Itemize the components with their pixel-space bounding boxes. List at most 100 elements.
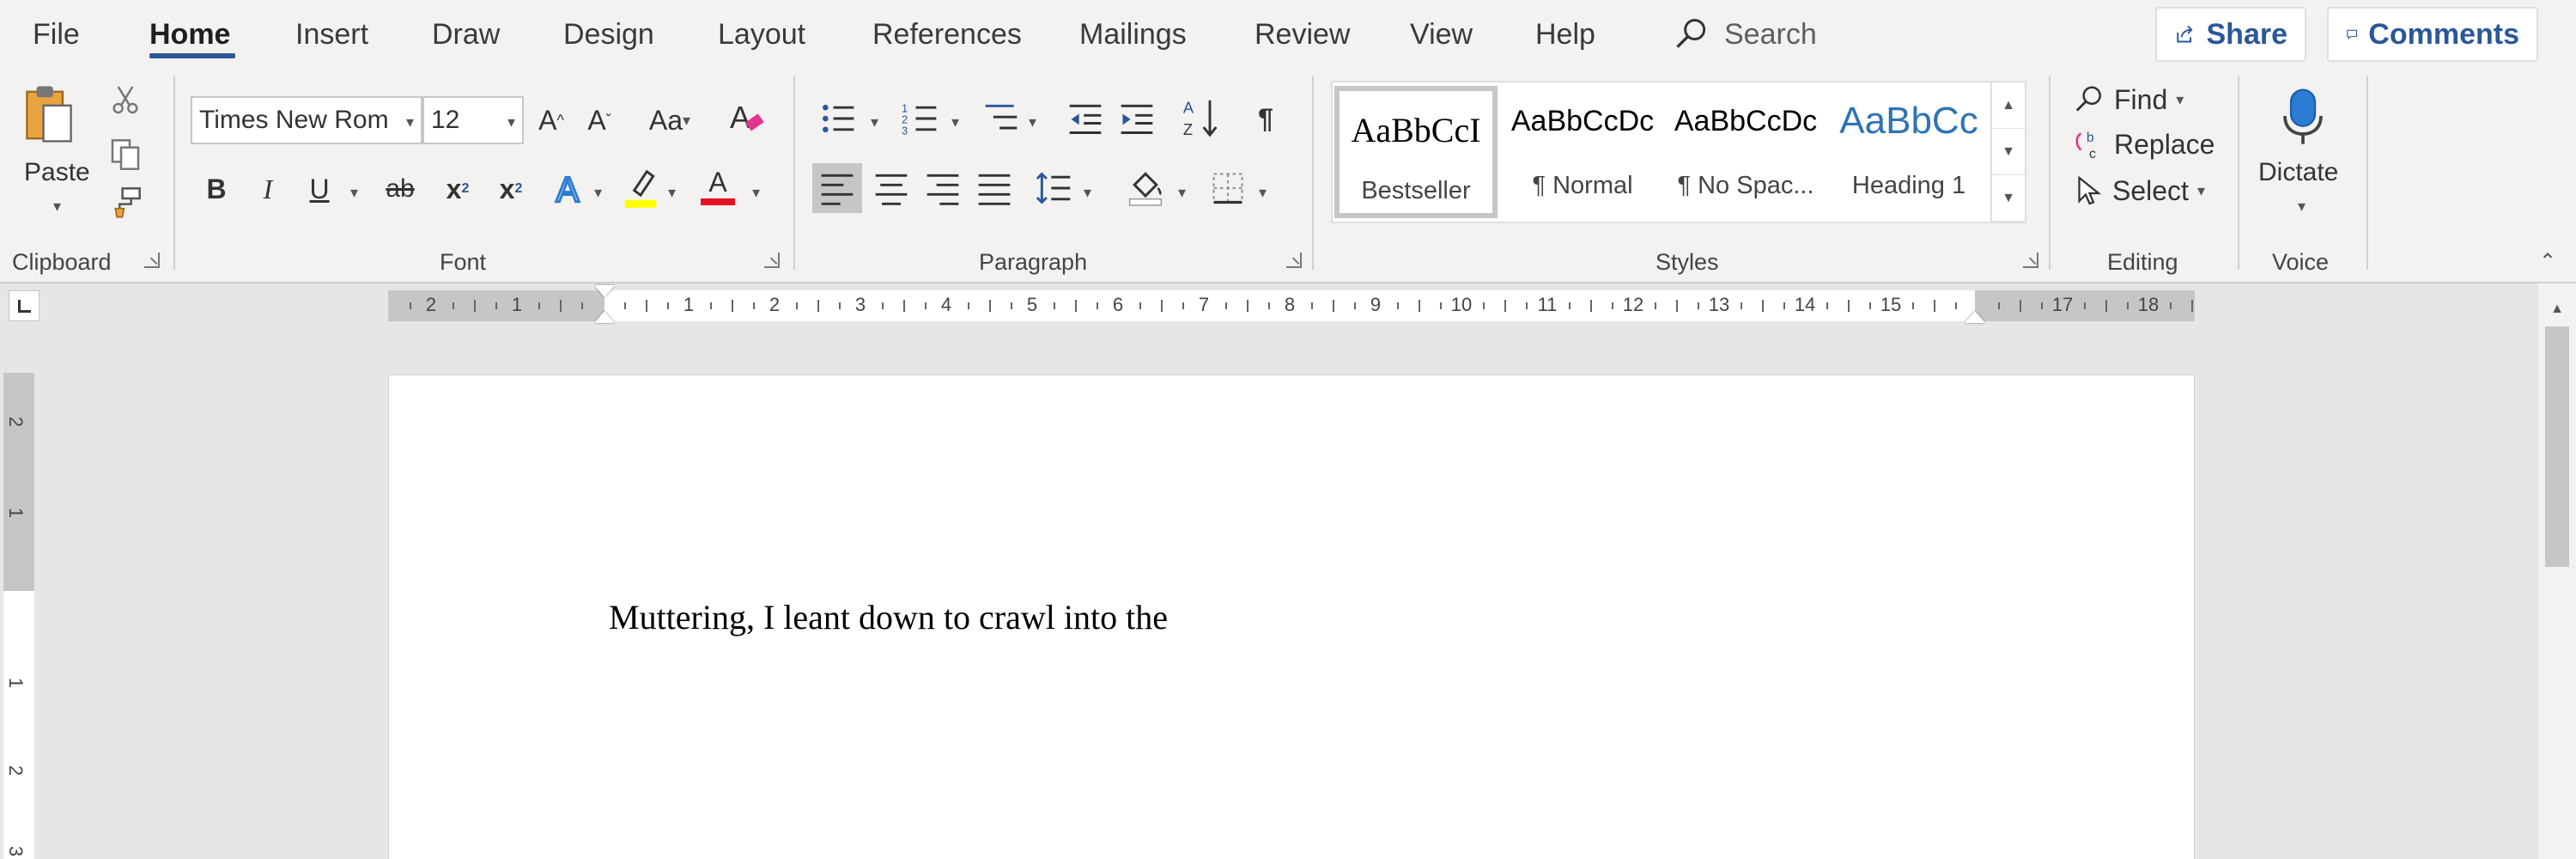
line-spacing-button[interactable]: [1030, 163, 1078, 213]
vertical-scrollbar[interactable]: ▲: [2538, 283, 2576, 859]
decrease-indent-button[interactable]: [1063, 94, 1108, 143]
paste-dropdown-icon[interactable]: ▾: [53, 198, 61, 216]
align-left-button[interactable]: [812, 163, 862, 213]
ruler-number: 5: [1026, 294, 1038, 315]
ruler-tick: [1934, 300, 1935, 312]
highlight-button[interactable]: [620, 161, 661, 213]
subscript-button[interactable]: x2: [436, 165, 479, 213]
font-launcher-icon[interactable]: [764, 253, 780, 268]
tab-design[interactable]: Design: [563, 17, 654, 52]
vertical-ruler[interactable]: 2 1 1 2 3: [3, 373, 34, 859]
ruler-tick: [839, 302, 841, 309]
font-color-dropdown-icon[interactable]: ▾: [752, 184, 760, 202]
borders-dropdown-icon[interactable]: ▾: [1259, 184, 1267, 202]
tab-draw[interactable]: Draw: [432, 17, 500, 52]
tab-mailings[interactable]: Mailings: [1079, 17, 1187, 52]
paragraph-launcher-icon[interactable]: [1286, 253, 1302, 268]
paste-label[interactable]: Paste: [24, 158, 90, 187]
bullets-dropdown-icon[interactable]: ▾: [871, 113, 878, 131]
clear-formatting-button[interactable]: A: [723, 91, 771, 144]
change-case-button[interactable]: Aa ▾: [635, 96, 704, 144]
tab-help[interactable]: Help: [1535, 17, 1595, 52]
font-name-combo[interactable]: Times New Rom ▾: [191, 96, 422, 144]
clipboard-launcher-icon[interactable]: [144, 253, 160, 268]
superscript-button[interactable]: x2: [489, 165, 532, 213]
text-effects-dropdown-icon[interactable]: ▾: [594, 184, 602, 202]
font-color-button[interactable]: A: [697, 161, 738, 213]
tell-me-search[interactable]: Search: [1673, 12, 1817, 57]
align-center-button[interactable]: [867, 163, 915, 213]
numbering-icon: 1 2 3: [902, 102, 937, 137]
borders-button[interactable]: [1204, 163, 1252, 213]
shading-button[interactable]: [1121, 160, 1170, 213]
comments-button[interactable]: Comments: [2327, 7, 2538, 62]
style-name: Heading 1: [1851, 172, 1966, 199]
dictate-label[interactable]: Dictate: [2258, 158, 2338, 187]
font-size-combo[interactable]: 12 ▾: [422, 96, 524, 144]
underline-dropdown-icon[interactable]: ▾: [350, 184, 358, 202]
select-button[interactable]: Select ▾: [2073, 170, 2219, 211]
numbering-dropdown-icon[interactable]: ▾: [951, 113, 959, 131]
multilevel-list-button[interactable]: [977, 94, 1025, 143]
tab-view[interactable]: View: [1410, 17, 1473, 52]
svg-text:3: 3: [902, 124, 908, 137]
text-effects-button[interactable]: A: [550, 165, 591, 213]
tab-review[interactable]: Review: [1255, 17, 1350, 52]
shading-dropdown-icon[interactable]: ▾: [1178, 184, 1186, 202]
justify-button[interactable]: [970, 163, 1018, 213]
ruler-number: 2: [769, 294, 781, 315]
grow-font-icon: A: [538, 104, 557, 136]
cut-icon[interactable]: [106, 81, 144, 119]
editing-group-label: Editing: [2107, 249, 2178, 275]
hanging-indent-marker[interactable]: [594, 311, 615, 323]
increase-indent-button[interactable]: [1115, 94, 1159, 143]
show-formatting-marks-button[interactable]: ¶: [1247, 94, 1285, 143]
ruler-number: 12: [1622, 294, 1644, 315]
tab-references[interactable]: References: [872, 17, 1022, 52]
align-right-button[interactable]: [919, 163, 967, 213]
tab-file[interactable]: File: [33, 17, 80, 52]
format-painter-icon[interactable]: [106, 184, 144, 222]
style-heading-1[interactable]: AaBbCc Heading 1: [1827, 86, 1990, 218]
find-button[interactable]: Find ▾: [2073, 79, 2202, 120]
underline-button[interactable]: U: [301, 165, 338, 213]
dictate-dropdown-icon[interactable]: ▾: [2298, 198, 2306, 216]
highlight-dropdown-icon[interactable]: ▾: [668, 184, 676, 202]
ruler-number: 17: [2051, 294, 2074, 315]
line-spacing-dropdown-icon[interactable]: ▾: [1084, 184, 1091, 202]
tab-insert[interactable]: Insert: [295, 17, 368, 52]
replace-button[interactable]: b c Replace: [2073, 124, 2219, 165]
chevron-up-icon[interactable]: ▲: [1992, 82, 2025, 129]
scrollbar-thumb[interactable]: [2545, 326, 2569, 567]
microphone-icon[interactable]: [2267, 79, 2339, 153]
tab-selector-icon[interactable]: [9, 290, 39, 321]
scroll-up-icon[interactable]: ▲: [2538, 292, 2576, 326]
horizontal-ruler[interactable]: 2 1 1 2 3 4 5 6 7 8 9 10 11 12 13 14 15 …: [388, 285, 2195, 323]
shrink-font-button[interactable]: Aˇ: [580, 96, 618, 144]
italic-button[interactable]: I: [249, 165, 287, 213]
multilevel-dropdown-icon[interactable]: ▾: [1029, 113, 1036, 131]
grow-font-button[interactable]: A ^: [532, 96, 570, 144]
tab-layout[interactable]: Layout: [718, 17, 805, 52]
collapse-ribbon-icon[interactable]: ⌃: [2533, 249, 2562, 278]
style-bestseller[interactable]: AaBbCcI Bestseller: [1334, 86, 1498, 218]
chevron-down-icon: ▾: [507, 113, 515, 131]
expand-gallery-icon[interactable]: ▼: [1992, 175, 2025, 222]
sort-button[interactable]: A Z: [1178, 91, 1223, 144]
chevron-down-icon[interactable]: ▼: [1992, 129, 2025, 175]
style-normal[interactable]: AaBbCcDc ¶ Normal: [1501, 86, 1664, 218]
style-no-spacing[interactable]: AaBbCcDc ¶ No Spac...: [1664, 86, 1827, 218]
bullets-button[interactable]: [814, 94, 862, 143]
paste-icon[interactable]: [19, 81, 79, 149]
share-button[interactable]: Share: [2155, 7, 2306, 62]
document-body-text[interactable]: Muttering, I leant down to crawl into th…: [609, 597, 1168, 637]
copy-icon[interactable]: [106, 136, 144, 174]
styles-launcher-icon[interactable]: [2023, 253, 2038, 268]
first-line-indent-marker[interactable]: [594, 285, 615, 297]
bold-button[interactable]: B: [197, 165, 235, 213]
strikethrough-button[interactable]: ab: [376, 165, 424, 213]
tab-home[interactable]: Home: [149, 17, 230, 52]
document-page[interactable]: Muttering, I leant down to crawl into th…: [388, 375, 2195, 859]
right-indent-marker[interactable]: [1965, 311, 1985, 323]
numbering-button[interactable]: 1 2 3: [896, 94, 945, 143]
